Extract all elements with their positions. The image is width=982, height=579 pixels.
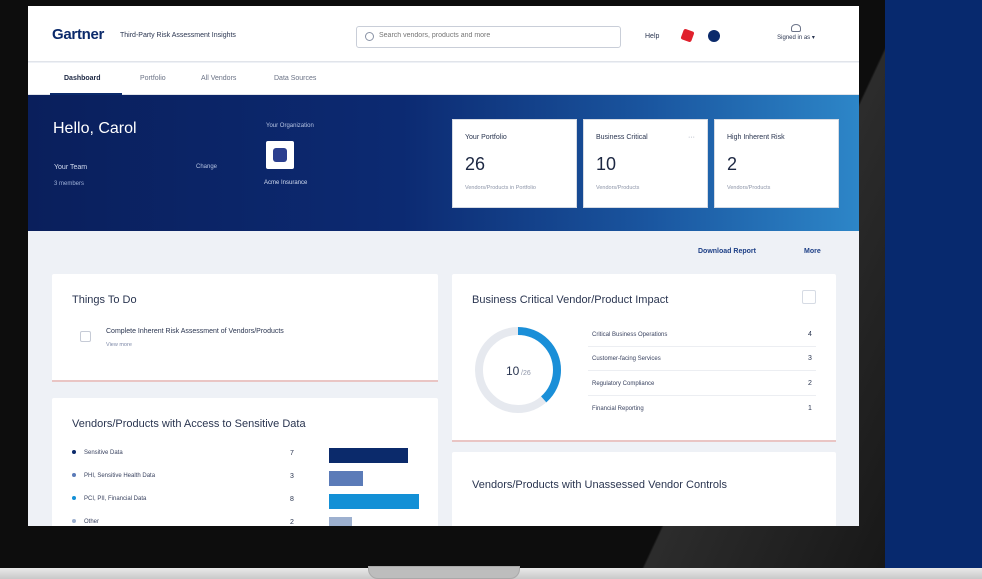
panel-divider (452, 440, 836, 442)
impact-count: 3 (808, 355, 812, 362)
search-box[interactable] (356, 26, 621, 48)
sensitive-data-bar (329, 517, 352, 526)
greeting: Hello, Carol (53, 120, 137, 137)
stat-value: 10 (596, 154, 617, 174)
tab-dashboard[interactable]: Dashboard (64, 75, 101, 82)
stat-card-business-critical[interactable]: Business Critical ··· 10 Vendors/Product… (583, 119, 708, 208)
sensitive-data-bar (329, 471, 363, 486)
gartner-logo[interactable]: Gartner (52, 26, 104, 43)
stat-subtitle: Vendors/Products (727, 185, 771, 191)
stat-subtitle: Vendors/Products in Portfolio (465, 185, 536, 191)
list-item-count: 2 (290, 519, 294, 526)
tab-bar: Dashboard Portfolio All Vendors Data Sou… (28, 63, 859, 95)
things-to-do-panel: Things To Do Complete Inherent Risk Asse… (52, 274, 438, 382)
sensitive-data-panel: Vendors/Products with Access to Sensitiv… (52, 398, 438, 526)
stat-value: 26 (465, 154, 486, 174)
impact-count: 4 (808, 331, 812, 338)
panel-divider (52, 380, 438, 382)
search-icon (365, 32, 374, 41)
donut-unit: /26 (521, 370, 531, 377)
profile-icon[interactable] (708, 30, 720, 42)
stat-value: 2 (727, 154, 738, 174)
impact-row[interactable]: Financial Reporting (592, 406, 644, 412)
tab-all-vendors[interactable]: All Vendors (201, 75, 236, 82)
list-item-count: 8 (290, 496, 294, 503)
welcome-banner: Hello, Carol Your Team Change 3 members … (28, 95, 859, 231)
stat-subtitle: Vendors/Products (596, 185, 640, 191)
list-item[interactable]: PCI, PII, Financial Data (72, 496, 146, 502)
change-team-link[interactable]: Change (196, 164, 217, 170)
impact-row[interactable]: Customer-facing Services (592, 356, 661, 362)
stat-card-portfolio[interactable]: Your Portfolio 26 Vendors/Products in Po… (452, 119, 577, 208)
download-report-link[interactable]: Download Report (698, 248, 756, 255)
search-input[interactable] (379, 32, 609, 39)
user-menu-label: Signed in as ▾ (777, 35, 815, 41)
stat-title: Business Critical (596, 134, 648, 141)
row-divider (588, 346, 816, 347)
bullet-icon (72, 473, 76, 478)
backdrop-right (885, 0, 982, 579)
help-link[interactable]: Help (645, 33, 659, 40)
list-item-label: Sensitive Data (84, 450, 123, 456)
notification-icon[interactable] (680, 28, 695, 43)
unassessed-controls-panel: Vendors/Products with Unassessed Vendor … (452, 452, 836, 526)
stat-card-high-inherent-risk[interactable]: High Inherent Risk 2 Vendors/Products (714, 119, 839, 208)
impact-donut: 10 /26 (475, 327, 561, 413)
org-logo-mark (273, 148, 287, 162)
impact-count: 2 (808, 380, 812, 387)
user-icon (791, 24, 801, 32)
app-screen: Gartner Third-Party Risk Assessment Insi… (28, 6, 859, 526)
panel-title: Vendors/Products with Access to Sensitiv… (72, 418, 306, 430)
expand-icon[interactable] (802, 290, 816, 304)
bullet-icon (72, 496, 76, 501)
list-item-label: PCI, PII, Financial Data (84, 496, 147, 502)
bullet-icon (72, 519, 76, 524)
business-critical-impact-panel: Business Critical Vendor/Product Impact … (452, 274, 836, 442)
panel-title: Things To Do (72, 294, 137, 306)
organization-label: Your Organization (266, 123, 314, 129)
impact-row[interactable]: Critical Business Operations (592, 332, 667, 338)
more-icon[interactable]: ··· (688, 134, 695, 141)
list-item[interactable]: PHI, Sensitive Health Data (72, 473, 155, 479)
organization-logo (266, 141, 294, 169)
stat-title: High Inherent Risk (727, 134, 785, 141)
laptop-notch (368, 566, 520, 579)
todo-item[interactable]: Complete Inherent Risk Assessment of Ven… (106, 328, 284, 335)
more-link[interactable]: More (804, 248, 821, 255)
donut-value: 10 (506, 364, 520, 378)
sensitive-data-bar (329, 494, 419, 509)
sensitive-data-bar (329, 448, 408, 463)
bullet-icon (72, 450, 76, 455)
impact-row[interactable]: Regulatory Compliance (592, 381, 654, 387)
list-item[interactable]: Sensitive Data (72, 450, 123, 456)
stat-title: Your Portfolio (465, 134, 507, 141)
team-members: 3 members (54, 181, 85, 187)
list-item-count: 3 (290, 473, 294, 480)
panel-title: Vendors/Products with Unassessed Vendor … (472, 479, 727, 491)
row-divider (588, 370, 816, 371)
list-item-label: PHI, Sensitive Health Data (84, 473, 156, 479)
list-item-label: Other (84, 519, 100, 525)
product-name: Third-Party Risk Assessment Insights (120, 32, 236, 39)
task-icon (80, 331, 91, 342)
tab-portfolio[interactable]: Portfolio (140, 75, 166, 82)
user-menu[interactable]: Signed in as ▾ (756, 24, 836, 41)
list-item[interactable]: Other (72, 519, 99, 525)
tab-data-sources[interactable]: Data Sources (274, 75, 316, 82)
row-divider (588, 395, 816, 396)
top-bar: Gartner Third-Party Risk Assessment Insi… (28, 6, 859, 62)
team-label: Your Team (54, 164, 88, 171)
panel-title: Business Critical Vendor/Product Impact (472, 294, 669, 306)
view-more-link[interactable]: View more (106, 342, 132, 348)
impact-count: 1 (808, 405, 812, 412)
list-item-count: 7 (290, 450, 294, 457)
organization-name: Acme Insurance (264, 180, 308, 186)
